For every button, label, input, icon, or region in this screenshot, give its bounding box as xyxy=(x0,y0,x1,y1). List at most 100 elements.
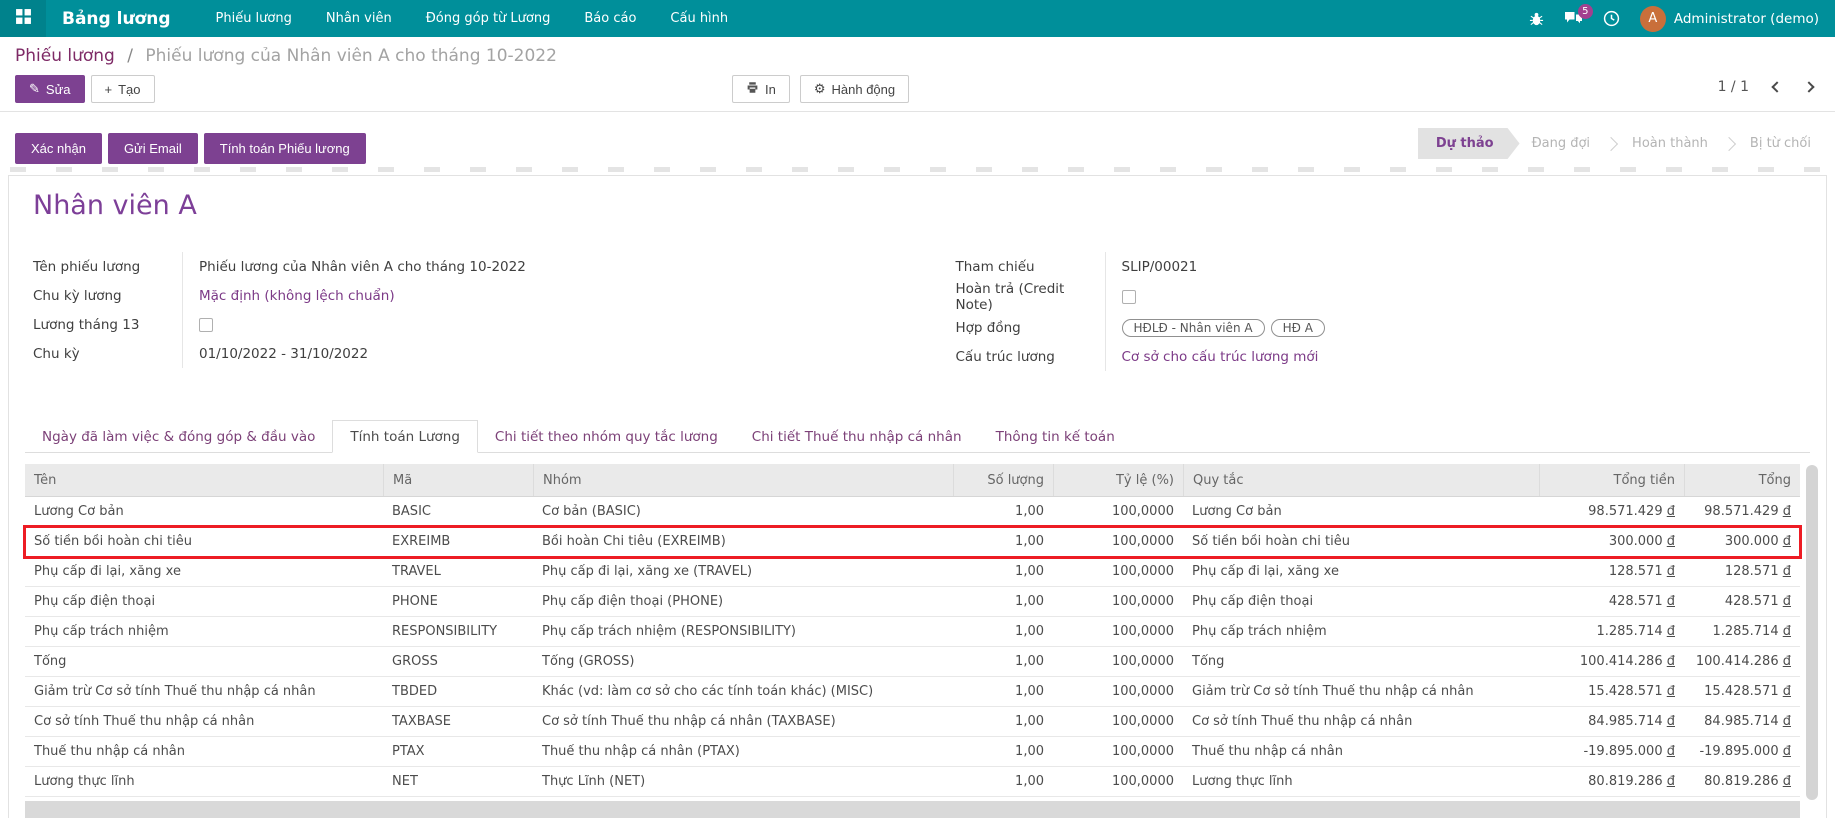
control-panel: Phiếu lương / Phiếu lương của Nhân viên … xyxy=(0,37,1835,112)
column-header-tong-tien[interactable]: Tổng tiền xyxy=(1539,464,1684,496)
tab-thong-tin-ke-toan[interactable]: Thông tin kế toán xyxy=(979,420,1132,453)
status-step-bi-tu-choi[interactable]: Bị từ chối xyxy=(1738,128,1823,159)
nav-menu-bao-cao[interactable]: Báo cáo xyxy=(567,0,653,37)
app-title[interactable]: Bảng lương xyxy=(62,9,171,29)
table-row-exreimb[interactable]: Số tiền bồi hoàn chi tiêuEXREIMBBồi hoàn… xyxy=(25,527,1800,557)
cell-ten: Phụ cấp đi lại, xăng xe xyxy=(25,564,383,579)
column-header-ma[interactable]: Mã xyxy=(383,464,533,496)
tag-hd-a[interactable]: HĐ A xyxy=(1271,319,1325,337)
cell-ty-le: 100,0000 xyxy=(1053,557,1183,587)
cell-ty-le: 100,0000 xyxy=(1053,707,1183,737)
table-row-net[interactable]: Lương thực lĩnhNETThực Lĩnh (NET)1,00100… xyxy=(25,767,1800,797)
field-link-cau-truc-luong[interactable]: Cơ sở cho cấu trúc lương mới xyxy=(1122,349,1319,365)
column-header-nhom[interactable]: Nhóm xyxy=(533,464,953,496)
cell-so-luong: 1,00 xyxy=(953,677,1053,707)
cell-tong-tien: 1.285.714 đ xyxy=(1539,617,1684,647)
table-row-travel[interactable]: Phụ cấp đi lại, xăng xeTRAVELPhụ cấp đi … xyxy=(25,557,1800,587)
edit-button[interactable]: ✎ Sửa xyxy=(15,75,85,103)
nav-menu-nhan-vien[interactable]: Nhân viên xyxy=(309,0,409,37)
cell-so-luong: 1,00 xyxy=(953,707,1053,737)
table-row-phone[interactable]: Phụ cấp điện thoạiPHONEPhụ cấp điện thoạ… xyxy=(25,587,1800,617)
table-row-ptax[interactable]: Thuế thu nhập cá nhânPTAXThuế thu nhập c… xyxy=(25,737,1800,767)
status-step-du-thao[interactable]: Dự thảo xyxy=(1418,128,1520,159)
fields-right-column: Tham chiếuSLIP/00021Hoàn trả (Credit Not… xyxy=(956,252,1794,371)
employee-title: Nhân viên A xyxy=(33,190,197,221)
create-button[interactable]: + Tạo xyxy=(91,75,155,103)
cell-so-luong: 1,00 xyxy=(953,557,1053,587)
column-header-quy-tac[interactable]: Quy tắc xyxy=(1183,464,1539,496)
action-button[interactable]: ⚙ Hành động xyxy=(800,75,909,103)
tab-ngay-da-lam-viec-dong-gop-dau-vao[interactable]: Ngày đã làm việc & đóng góp & đầu vào xyxy=(25,420,332,453)
user-menu[interactable]: A Administrator (demo) xyxy=(1640,6,1819,32)
xac-nhan-button[interactable]: Xác nhận xyxy=(15,133,102,164)
breadcrumb-parent-link[interactable]: Phiếu lương xyxy=(15,46,115,66)
field-text-ten-phieu-luong: Phiếu lương của Nhân viên A cho tháng 10… xyxy=(199,259,526,275)
breadcrumb-current: Phiếu lương của Nhân viên A cho tháng 10… xyxy=(145,46,557,66)
activities-clock-icon[interactable] xyxy=(1603,10,1620,27)
nav-right-tools: 5 A Administrator (demo) xyxy=(1529,6,1835,32)
field-row-ten-phieu-luong: Tên phiếu lương Phiếu lương của Nhân viên… xyxy=(33,252,871,281)
column-header-so-luong[interactable]: Số lượng xyxy=(953,464,1053,496)
tab-chi-tiet-theo-nhom-quy-tac-luong[interactable]: Chi tiết theo nhóm quy tắc lương xyxy=(478,420,735,453)
field-label-cau-truc-luong: Cấu trúc lương xyxy=(956,342,1106,371)
checkbox-luong-thang-13[interactable] xyxy=(199,318,213,332)
column-header-tong[interactable]: Tổng xyxy=(1684,464,1800,496)
pager-previous-icon[interactable] xyxy=(1771,81,1782,92)
print-button[interactable]: In xyxy=(732,75,790,103)
cell-nhom: Cơ bản (BASIC) xyxy=(533,504,953,519)
breadcrumb: Phiếu lương / Phiếu lương của Nhân viên … xyxy=(15,46,557,66)
nav-menu-dong-gop-tu-luong[interactable]: Đóng góp từ Lương xyxy=(409,0,568,37)
cell-tong-tien: 100.414.286 đ xyxy=(1539,647,1684,677)
debug-bug-icon[interactable] xyxy=(1529,11,1544,27)
table-row-gross[interactable]: TổngGROSSTổng (GROSS)1,00100,0000Tổng100… xyxy=(25,647,1800,677)
cell-quy-tac: Giảm trừ Cơ sở tính Thuế thu nhập cá nhâ… xyxy=(1183,684,1539,699)
apps-menu-button[interactable] xyxy=(0,0,46,37)
cell-ten: Phụ cấp điện thoại xyxy=(25,594,383,609)
cell-ma: GROSS xyxy=(383,654,533,669)
nav-menu-phieu-luong[interactable]: Phiếu lương xyxy=(199,0,309,37)
gui-email-button[interactable]: Gửi Email xyxy=(108,133,198,164)
table-row-responsibility[interactable]: Phụ cấp trách nhiệmRESPONSIBILITYPhụ cấp… xyxy=(25,617,1800,647)
currency-symbol: đ xyxy=(1667,714,1675,729)
cell-tong: 84.985.714 đ xyxy=(1684,707,1800,737)
field-row-hoan-tra-credit-note: Hoàn trả (Credit Note) xyxy=(956,281,1794,313)
cell-ten: Thuế thu nhập cá nhân xyxy=(25,744,383,759)
status-step-hoan-thanh[interactable]: Hoàn thành xyxy=(1620,128,1720,159)
status-step-dang-doi[interactable]: Đang đợi xyxy=(1520,128,1602,159)
column-header-ty-le[interactable]: Tỷ lệ (%) xyxy=(1053,464,1183,496)
field-value-hop-dong: HĐLĐ - Nhân viên A HĐ A xyxy=(1106,319,1325,337)
vertical-scrollbar[interactable] xyxy=(1806,465,1818,800)
table-row-basic[interactable]: Lương Cơ bảnBASICCơ bản (BASIC)1,00100,0… xyxy=(25,497,1800,527)
field-label-ten-phieu-luong: Tên phiếu lương xyxy=(33,252,183,281)
column-header-ten[interactable]: Tên xyxy=(25,464,383,496)
tab-chi-tiet-thue-thu-nhap-ca-nhan[interactable]: Chi tiết Thuế thu nhập cá nhân xyxy=(735,420,979,453)
checkbox-hoan-tra-credit-note[interactable] xyxy=(1122,290,1136,304)
table-row-taxbase[interactable]: Cơ sở tính Thuế thu nhập cá nhânTAXBASEC… xyxy=(25,707,1800,737)
cell-ma: PTAX xyxy=(383,744,533,759)
cell-so-luong: 1,00 xyxy=(953,527,1053,557)
edit-create-buttons: ✎ Sửa + Tạo xyxy=(15,75,155,103)
table-row-tbded[interactable]: Giảm trừ Cơ sở tính Thuế thu nhập cá nhâ… xyxy=(25,677,1800,707)
top-navbar: Bảng lương Phiếu lươngNhân viênĐóng góp … xyxy=(0,0,1835,37)
field-link-chu-ky-luong[interactable]: Mặc định (không lệch chuẩn) xyxy=(199,288,395,304)
cell-ten: Cơ sở tính Thuế thu nhập cá nhân xyxy=(25,714,383,729)
cell-ma: TAXBASE xyxy=(383,714,533,729)
messages-icon[interactable]: 5 xyxy=(1564,11,1583,26)
pager-next-icon[interactable] xyxy=(1803,81,1814,92)
cell-quy-tac: Tổng xyxy=(1183,654,1539,669)
cell-quy-tac: Số tiền bồi hoàn chi tiêu xyxy=(1183,534,1539,549)
table-footer-strip xyxy=(25,801,1800,818)
pager-counter: 1 / 1 xyxy=(1718,79,1749,95)
tab-tinh-toan-luong[interactable]: Tính toán Lương xyxy=(332,420,478,453)
tag-hdld-nhan-vien-a[interactable]: HĐLĐ - Nhân viên A xyxy=(1122,319,1265,337)
cell-nhom: Phụ cấp đi lại, xăng xe (TRAVEL) xyxy=(533,564,953,579)
table-body: Lương Cơ bảnBASICCơ bản (BASIC)1,00100,0… xyxy=(25,497,1800,797)
cell-tong-tien: 128.571 đ xyxy=(1539,557,1684,587)
step-separator-icon xyxy=(1722,136,1736,150)
nav-menu-cau-hinh[interactable]: Cấu hình xyxy=(653,0,745,37)
currency-symbol: đ xyxy=(1667,744,1675,759)
status-steps: Dự thảoĐang đợi Hoàn thành Bị từ chối xyxy=(1418,128,1823,159)
cell-nhom: Cơ sở tính Thuế thu nhập cá nhân (TAXBAS… xyxy=(533,714,953,729)
tinh-toan-phieu-luong-button[interactable]: Tính toán Phiếu lương xyxy=(204,133,366,164)
cell-ma: EXREIMB xyxy=(383,534,533,549)
